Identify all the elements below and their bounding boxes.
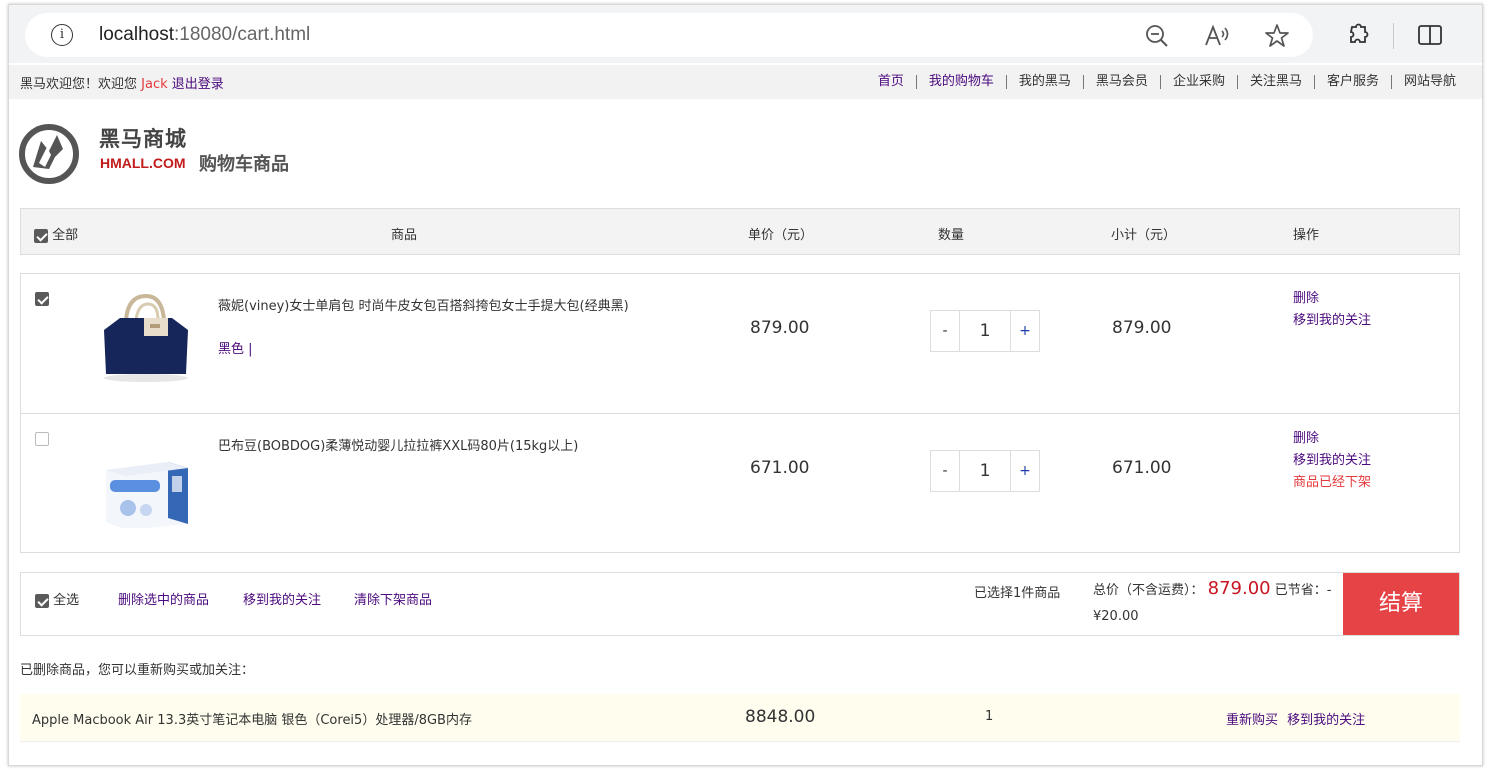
address-bar[interactable]: i localhost:18080/cart.html	[25, 13, 1313, 57]
extensions-icon[interactable]	[1345, 21, 1373, 49]
item-checkbox[interactable]	[35, 432, 49, 446]
select-all-footer[interactable]: 全选	[35, 589, 79, 608]
decrease-qty-button[interactable]: -	[931, 311, 959, 351]
cart-item-row: 薇妮(viney)女士单肩包 时尚牛皮女包百搭斜挎包女士手提大包(经典黑) 黑色…	[21, 274, 1459, 413]
logo-title: 黑马商城	[99, 127, 187, 151]
item-delisted-status: 商品已经下架	[1293, 475, 1372, 490]
item-name-link[interactable]: 薇妮(viney)女士单肩包 时尚牛皮女包百搭斜挎包女士手提大包(经典黑)	[218, 295, 629, 314]
nav-follow-link[interactable]: 关注黑马	[1236, 75, 1314, 89]
nav-enterprise-link[interactable]: 企业采购	[1159, 75, 1237, 89]
nav-membership-link[interactable]: 黑马会员	[1082, 75, 1160, 89]
quantity-input[interactable]: 1	[959, 311, 1011, 351]
site-topbar: 黑马欢迎您！欢迎您 Jack 退出登录 首页 我的购物车 我的黑马 黑马会员 企…	[9, 65, 1482, 99]
total-summary: 总价（不含运费）： 879.00 已节省：-¥20.00	[1093, 576, 1333, 630]
move-selected-to-favorites-link[interactable]: 移到我的关注	[243, 589, 321, 608]
select-all-header[interactable]: 全部	[34, 224, 78, 243]
cart-item-row: 巴布豆(BOBDOG)柔薄悦动婴儿拉拉裤XXL码80片(15kg以上) 671.…	[21, 413, 1459, 552]
cart-table-header: 全部 商品 单价（元） 数量 小计（元） 操作	[20, 208, 1460, 255]
logout-link[interactable]: 退出登录	[172, 77, 224, 92]
quantity-stepper: - 1 +	[930, 450, 1040, 492]
item-attribute: 黑色 |	[218, 342, 253, 357]
nav-customer-service-link[interactable]: 客户服务	[1313, 75, 1391, 89]
item-actions: 删除 移到我的关注	[1293, 288, 1371, 332]
increase-qty-button[interactable]: +	[1011, 451, 1039, 491]
item-subtotal: 879.00	[1112, 318, 1172, 338]
url-text[interactable]: localhost:18080/cart.html	[99, 24, 310, 46]
item-name-link[interactable]: 巴布豆(BOBDOG)柔薄悦动婴儿拉拉裤XXL码80片(15kg以上)	[218, 435, 578, 454]
total-label: 总价（不含运费）：	[1093, 583, 1204, 598]
deleted-items-note: 已删除商品，您可以重新购买或加关注：	[20, 663, 255, 678]
browser-toolbar: i localhost:18080/cart.html	[9, 5, 1482, 63]
favorite-star-icon[interactable]	[1263, 22, 1291, 50]
decrease-qty-button[interactable]: -	[931, 451, 959, 491]
select-all-footer-label: 全选	[53, 593, 80, 608]
item-unit-price: 879.00	[750, 318, 810, 338]
info-icon[interactable]: i	[51, 24, 73, 46]
welcome-text: 黑马欢迎您！欢迎您	[20, 77, 138, 92]
select-all-footer-checkbox[interactable]	[35, 593, 49, 608]
username: Jack	[141, 77, 168, 92]
move-to-favorites-link[interactable]: 移到我的关注	[1293, 450, 1371, 472]
nav-my-heima-link[interactable]: 我的黑马	[1005, 75, 1083, 89]
page-title: 购物车商品	[199, 154, 289, 175]
quantity-stepper: - 1 +	[930, 310, 1040, 352]
welcome-message: 黑马欢迎您！欢迎您 Jack 退出登录	[20, 73, 224, 92]
site-nav-links: 首页 我的购物车 我的黑马 黑马会员 企业采购 关注黑马 客户服务 网站导航	[866, 73, 1468, 89]
nav-site-map-link[interactable]: 网站导航	[1390, 75, 1468, 89]
item-checkbox[interactable]	[35, 292, 49, 306]
deleted-move-to-favorites-link[interactable]: 移到我的关注	[1287, 713, 1365, 728]
product-column-header: 商品	[391, 228, 418, 243]
checkout-button[interactable]: 结算	[1343, 573, 1459, 635]
deleted-item-row: Apple Macbook Air 13.3英寸笔记本电脑 银色（Corei5）…	[20, 694, 1460, 742]
item-actions: 删除 移到我的关注 商品已经下架	[1293, 428, 1371, 494]
read-aloud-icon[interactable]	[1203, 22, 1231, 50]
browser-window: i localhost:18080/cart.html 黑马欢迎您！欢迎您 Ja…	[8, 4, 1483, 766]
deleted-item-actions: 重新购买 移到我的关注	[1226, 709, 1370, 728]
checkout-bar: 全选 删除选中的商品 移到我的关注 清除下架商品 已选择1件商品 总价（不含运费…	[20, 572, 1460, 636]
toolbar-divider	[1393, 23, 1394, 49]
clear-delisted-link[interactable]: 清除下架商品	[354, 589, 432, 608]
quantity-input[interactable]: 1	[959, 451, 1011, 491]
increase-qty-button[interactable]: +	[1011, 311, 1039, 351]
deleted-item-name[interactable]: Apple Macbook Air 13.3英寸笔记本电脑 银色（Corei5）…	[32, 709, 472, 728]
unit-price-column-header: 单价（元）	[748, 228, 814, 243]
move-to-favorites-link[interactable]: 移到我的关注	[1293, 310, 1371, 332]
site-logo[interactable]: 黑马商城 HMALL.COM	[19, 123, 189, 185]
quantity-column-header: 数量	[938, 228, 965, 243]
handbag-product-image[interactable]	[98, 290, 192, 388]
delete-selected-link[interactable]: 删除选中的商品	[118, 589, 209, 608]
rebuy-link[interactable]: 重新购买	[1226, 713, 1278, 728]
horse-logo-icon	[19, 124, 79, 184]
nav-my-cart-link[interactable]: 我的购物车	[915, 75, 1006, 89]
zoom-out-icon[interactable]	[1143, 22, 1171, 50]
item-subtotal: 671.00	[1112, 458, 1172, 478]
total-amount: 879.00	[1207, 578, 1271, 599]
logo-subtitle: HMALL.COM	[100, 155, 186, 171]
actions-column-header: 操作	[1293, 228, 1320, 243]
diaper-pack-product-image[interactable]	[98, 430, 192, 528]
cart-items-list: 薇妮(viney)女士单肩包 时尚牛皮女包百搭斜挎包女士手提大包(经典黑) 黑色…	[20, 273, 1460, 553]
deleted-item-qty: 1	[985, 709, 994, 724]
deleted-item-price: 8848.00	[745, 707, 816, 727]
subtotal-column-header: 小计（元）	[1111, 228, 1177, 243]
select-all-checkbox[interactable]	[34, 228, 48, 243]
item-unit-price: 671.00	[750, 458, 810, 478]
split-screen-icon[interactable]	[1416, 21, 1444, 49]
select-all-label: 全部	[52, 228, 79, 243]
nav-home-link[interactable]: 首页	[866, 75, 916, 89]
delete-item-link[interactable]: 删除	[1293, 288, 1371, 310]
delete-item-link[interactable]: 删除	[1293, 428, 1371, 450]
selected-count: 已选择1件商品	[974, 586, 1061, 601]
